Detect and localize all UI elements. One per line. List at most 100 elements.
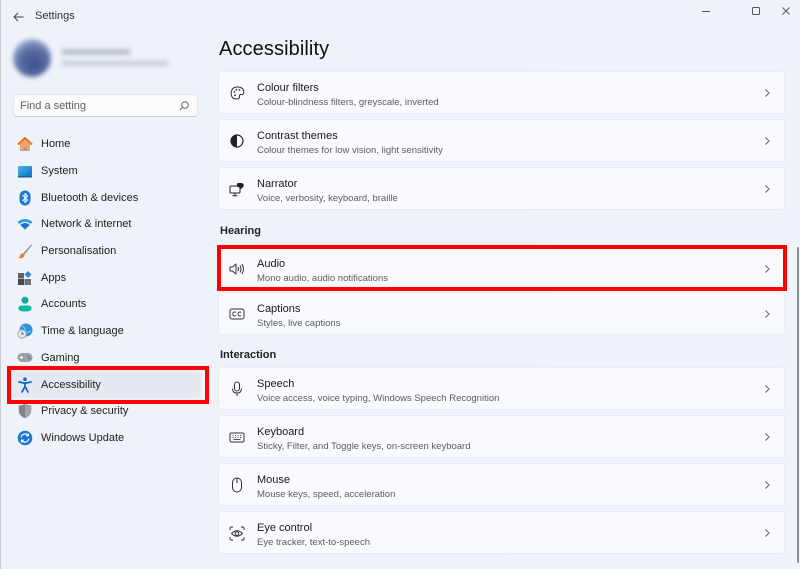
chevron-right-icon [765, 481, 770, 489]
sidebar-item-label: Network & internet [41, 218, 132, 231]
sidebar-nav: Home System Bluetooth & devices Network … [7, 131, 207, 451]
sidebar-item-label: System [41, 165, 78, 178]
card-title: Keyboard [257, 426, 305, 438]
section-interaction: Interaction [220, 349, 277, 361]
sidebar-item-label: Windows Update [41, 431, 125, 444]
card-title: Mouse [257, 474, 291, 486]
colour-filters-card[interactable]: Colour filters Colour-blindness filters,… [218, 71, 785, 114]
maximize-button[interactable] [741, 2, 771, 20]
sidebar-item-home[interactable]: Home [7, 131, 207, 158]
sidebar-item-windows-update[interactable]: Windows Update [7, 425, 207, 452]
sidebar-item-personalisation[interactable]: Personalisation [7, 238, 207, 265]
card-subtitle: Mouse keys, speed, acceleration [257, 489, 396, 500]
sidebar-item-label: Accounts [41, 298, 87, 311]
contrast-icon [229, 133, 245, 149]
keyboard-card[interactable]: Keyboard Sticky, Filter, and Toggle keys… [218, 415, 785, 458]
sidebar-item-accounts[interactable]: Accounts [7, 291, 207, 318]
audio-card[interactable]: Audio Mono audio, audio notifications [218, 247, 785, 290]
eye-control-icon [229, 525, 245, 541]
maximize-icon [752, 7, 760, 15]
card-title: Contrast themes [257, 130, 338, 142]
card-subtitle: Sticky, Filter, and Toggle keys, on-scre… [257, 441, 471, 452]
brush-icon [17, 243, 33, 259]
sidebar-item-bluetooth-devices[interactable]: Bluetooth & devices [7, 184, 207, 211]
speaker-icon [229, 261, 245, 277]
speech-card[interactable]: Speech Voice access, voice typing, Windo… [218, 367, 785, 410]
update-icon [17, 430, 33, 446]
chevron-right-icon [765, 89, 770, 97]
title-bar: Settings [1, 0, 800, 32]
sidebar-item-gaming[interactable]: Gaming [7, 345, 207, 372]
card-subtitle: Eye tracker, text-to-speech [257, 537, 370, 548]
accessibility-icon [17, 376, 33, 393]
keyboard-icon [229, 429, 245, 445]
sidebar-item-label: Accessibility [41, 378, 101, 391]
settings-window: Settings Home System [0, 0, 800, 569]
sidebar-item-network-internet[interactable]: Network & internet [7, 211, 207, 238]
search-box[interactable] [13, 94, 198, 117]
main-scrollbar[interactable] [797, 247, 799, 563]
sidebar-item-label: Bluetooth & devices [41, 191, 139, 204]
card-subtitle: Voice access, voice typing, Windows Spee… [257, 393, 500, 404]
card-title: Narrator [257, 178, 298, 190]
user-profile[interactable] [11, 37, 181, 79]
card-title: Captions [257, 303, 301, 315]
sidebar-item-accessibility[interactable]: Accessibility [7, 371, 201, 398]
card-subtitle: Voice, verbosity, keyboard, braille [257, 193, 398, 204]
close-button[interactable] [771, 2, 800, 20]
sidebar-item-label: Gaming [41, 351, 80, 364]
narrator-icon [229, 181, 245, 197]
card-title: Speech [257, 378, 295, 390]
chevron-right-icon [765, 137, 770, 145]
wifi-icon [17, 216, 33, 232]
contrast-themes-card[interactable]: Contrast themes Colour themes for low vi… [218, 119, 785, 162]
sidebar-item-time-language[interactable]: Time & language [7, 318, 207, 345]
gamepad-icon [17, 350, 33, 366]
apps-icon [17, 270, 33, 286]
minimize-button[interactable] [691, 2, 721, 20]
back-arrow-icon [12, 12, 23, 22]
search-input[interactable] [20, 98, 170, 114]
section-hearing: Hearing [220, 225, 261, 237]
narrator-card[interactable]: Narrator Voice, verbosity, keyboard, bra… [218, 167, 785, 210]
shield-icon [17, 403, 33, 419]
selection-indicator [8, 379, 11, 392]
chevron-right-icon [765, 385, 770, 393]
card-subtitle: Styles, live captions [257, 318, 341, 329]
profile-email-redacted [61, 61, 169, 66]
mouse-card[interactable]: Mouse Mouse keys, speed, acceleration [218, 463, 785, 506]
microphone-icon [229, 381, 245, 397]
sidebar-item-system[interactable]: System [7, 158, 207, 185]
back-button[interactable] [9, 8, 27, 26]
sidebar-item-label: Apps [41, 271, 67, 284]
close-icon [782, 7, 790, 15]
bluetooth-icon [17, 190, 33, 206]
chevron-right-icon [765, 265, 770, 273]
avatar [13, 39, 51, 77]
sidebar-item-privacy-security[interactable]: Privacy & security [7, 398, 207, 425]
minimize-icon [702, 11, 710, 12]
card-subtitle: Colour-blindness filters, greyscale, inv… [257, 97, 439, 108]
profile-name-redacted [61, 49, 131, 55]
captions-card[interactable]: Captions Styles, live captions [218, 292, 785, 335]
card-title: Eye control [257, 522, 313, 534]
chevron-right-icon [765, 310, 770, 318]
captions-icon [229, 306, 245, 322]
account-icon [17, 296, 33, 312]
globe-clock-icon [17, 323, 33, 339]
eye-control-card[interactable]: Eye control Eye tracker, text-to-speech [218, 511, 785, 554]
card-title: Colour filters [257, 82, 319, 94]
palette-icon [229, 85, 245, 101]
search-icon [179, 101, 189, 111]
app-title: Settings [35, 10, 75, 22]
sidebar-item-label: Time & language [41, 325, 124, 338]
card-subtitle: Mono audio, audio notifications [257, 273, 388, 284]
page-title: Accessibility [219, 38, 330, 60]
card-subtitle: Colour themes for low vision, light sens… [257, 145, 443, 156]
card-title: Audio [257, 258, 286, 270]
mouse-icon [229, 477, 245, 493]
sidebar-item-label: Personalisation [41, 245, 117, 258]
chevron-right-icon [765, 185, 770, 193]
sidebar-item-label: Privacy & security [41, 405, 129, 418]
sidebar-item-apps[interactable]: Apps [7, 264, 207, 291]
